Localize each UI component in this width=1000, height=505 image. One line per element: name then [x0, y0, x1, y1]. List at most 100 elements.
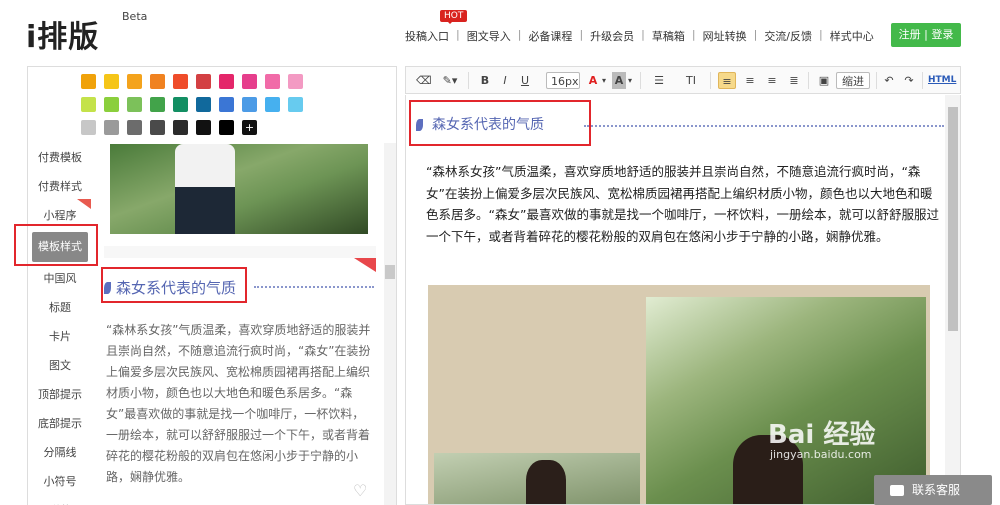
align-left-icon[interactable]: ≡ [718, 72, 736, 89]
preview-scrollbar[interactable] [384, 143, 396, 505]
scrollbar-thumb[interactable] [948, 107, 958, 331]
add-color-button[interactable]: + [242, 120, 257, 135]
chat-icon [890, 485, 904, 496]
sidebar-item-title[interactable]: 标题 [28, 293, 92, 322]
align-center-icon[interactable]: ≡ [742, 72, 758, 89]
nav-drafts[interactable]: 草稿箱 [645, 28, 692, 44]
align-right-icon[interactable]: ≡ [764, 72, 780, 89]
color-swatch[interactable] [81, 120, 96, 135]
editor-body-text[interactable]: “森林系女孩”气质温柔，喜欢穿质地舒适的服装并且崇尚自然，不随意追流行疯时尚，“… [426, 161, 942, 247]
redo-icon[interactable]: ↷ [902, 72, 916, 89]
template-preview[interactable]: 森女系代表的气质 “森林系女孩”气质温柔，喜欢穿质地舒适的服装并且崇尚自然，不随… [104, 144, 376, 505]
color-swatch[interactable] [127, 120, 142, 135]
photo-figure [175, 144, 235, 234]
chevron-down-icon[interactable]: ▾ [600, 72, 608, 89]
format-brush-icon[interactable]: ✎▾ [438, 72, 462, 89]
nav-feedback[interactable]: 交流/反馈 [757, 28, 819, 44]
nav-upgrade[interactable]: 升级会员 [583, 28, 641, 44]
color-swatch[interactable] [242, 97, 257, 112]
baidu-watermark: Bai 经验 jingyan.baidu.com [768, 402, 948, 462]
heart-icon[interactable]: ♡ [353, 481, 367, 500]
contact-service-button[interactable]: 联系客服 [874, 475, 992, 505]
color-swatch[interactable] [219, 74, 234, 89]
dotted-line [584, 125, 944, 127]
color-swatch[interactable] [242, 74, 257, 89]
color-swatch[interactable] [288, 74, 303, 89]
color-swatch[interactable] [196, 97, 211, 112]
nav-submit[interactable]: 投稿入口 [398, 28, 456, 44]
paragraph-format-button[interactable]: TI [678, 72, 704, 89]
html-button[interactable]: HTML [928, 72, 956, 89]
color-swatch[interactable] [127, 74, 142, 89]
toolbar-separator [468, 72, 469, 89]
color-swatch[interactable] [81, 74, 96, 89]
color-swatch[interactable] [196, 120, 211, 135]
color-swatch[interactable] [150, 97, 165, 112]
editor-photo[interactable] [428, 285, 930, 504]
color-swatch[interactable] [104, 120, 119, 135]
sidebar-item-image-text[interactable]: 图文 [28, 351, 92, 380]
top-nav: 投稿入口 | 图文导入 | 必备课程 | 升级会员 | 草稿箱 | 网址转换 | 交流/反馈… [398, 28, 881, 44]
undo-icon[interactable]: ↶ [882, 72, 896, 89]
mini-program-corner-badge [77, 199, 91, 209]
color-swatch[interactable] [219, 120, 234, 135]
color-swatch[interactable] [150, 74, 165, 89]
nav-url-convert[interactable]: 网址转换 [696, 28, 754, 44]
watermark-text: Bai 经验 [768, 420, 876, 450]
sidebar-item-bottom-tip[interactable]: 底部提示 [28, 409, 92, 438]
highlight-box-sidebar [14, 224, 98, 266]
color-swatch[interactable] [196, 74, 211, 89]
color-swatch[interactable] [173, 74, 188, 89]
align-justify-icon[interactable]: ≣ [786, 72, 802, 89]
preview-photo [110, 144, 368, 234]
chevron-down-icon[interactable]: ▾ [626, 72, 634, 89]
toolbar-separator [640, 72, 641, 89]
color-swatch[interactable] [219, 97, 234, 112]
sidebar-item-barrage[interactable]: 弹幕 [28, 496, 92, 505]
color-swatch[interactable] [127, 97, 142, 112]
color-swatch[interactable] [150, 120, 165, 135]
toolbar-separator [808, 72, 809, 89]
sidebar-item-top-tip[interactable]: 顶部提示 [28, 380, 92, 409]
color-swatch[interactable] [81, 97, 96, 112]
register-login-button[interactable]: 注册 | 登录 [891, 23, 961, 47]
preview-body-text: “森林系女孩”气质温柔，喜欢穿质地舒适的服装并且崇尚自然，不随意追流行疯时尚，“… [106, 323, 371, 484]
editor-title-text[interactable]: 森女系代表的气质 [432, 114, 544, 134]
toolbar-separator [922, 72, 923, 89]
sidebar-item-paid-templates[interactable]: 付费模板 [28, 143, 92, 172]
color-swatch[interactable] [265, 97, 280, 112]
highlight-box-preview-title [101, 267, 247, 303]
sidebar-item-divider[interactable]: 分隔线 [28, 438, 92, 467]
eraser-icon[interactable]: ⌫ [416, 72, 432, 89]
leaf-icon [416, 119, 423, 131]
italic-button[interactable]: I [498, 72, 512, 89]
color-swatch[interactable] [265, 74, 280, 89]
font-size-select[interactable]: 16px [546, 72, 580, 89]
sidebar-item-paid-styles[interactable]: 付费样式 [28, 172, 92, 201]
bold-button[interactable]: B [478, 72, 492, 89]
hot-badge: HOT [440, 10, 468, 24]
list-button[interactable]: ☰ [648, 72, 670, 89]
indent-button[interactable]: 缩进 [836, 72, 870, 89]
nav-style-center[interactable]: 样式中心 [823, 28, 881, 44]
logo[interactable]: i排版 [26, 12, 99, 56]
color-swatch[interactable] [104, 74, 119, 89]
preview-divider [104, 246, 376, 258]
color-swatch[interactable] [288, 97, 303, 112]
color-swatch[interactable] [104, 97, 119, 112]
beta-label: Beta [122, 10, 148, 23]
sidebar-item-symbols[interactable]: 小符号 [28, 467, 92, 496]
color-swatch[interactable] [173, 97, 188, 112]
service-label: 联系客服 [912, 483, 961, 497]
nav-courses[interactable]: 必备课程 [521, 28, 579, 44]
bg-color-button[interactable]: A [612, 72, 626, 89]
font-color-button[interactable]: A [586, 72, 600, 89]
scrollbar-thumb[interactable] [385, 265, 395, 279]
nav-import[interactable]: 图文导入 [460, 28, 518, 44]
sidebar-item-card[interactable]: 卡片 [28, 322, 92, 351]
image-icon[interactable]: ▣ [816, 72, 832, 89]
editor-section-title[interactable]: 森女系代表的气质 [414, 109, 954, 139]
color-swatch[interactable] [173, 120, 188, 135]
sidebar-item-chinese-style[interactable]: 中国风 [28, 264, 92, 293]
underline-button[interactable]: U [518, 72, 532, 89]
